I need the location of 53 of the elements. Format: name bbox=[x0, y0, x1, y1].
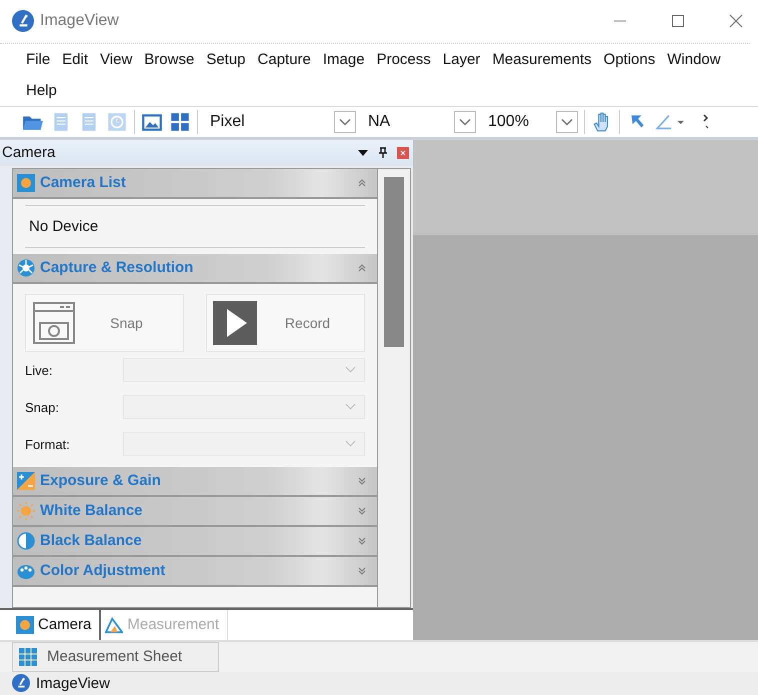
panel-title: Camera bbox=[2, 144, 56, 162]
device-item[interactable]: No Device bbox=[25, 204, 365, 248]
maximize-icon[interactable] bbox=[670, 13, 686, 30]
microscope-logo-icon bbox=[12, 674, 30, 692]
grid-icon[interactable] bbox=[169, 110, 191, 133]
play-icon bbox=[213, 300, 257, 345]
camera-icon bbox=[17, 174, 35, 192]
pin-icon[interactable] bbox=[377, 146, 389, 159]
menu-item[interactable]: File bbox=[20, 44, 56, 75]
tab-label: Measurement Sheet bbox=[47, 648, 182, 666]
combo-value[interactable]: NA bbox=[368, 112, 454, 131]
menu-item[interactable]: Measurements bbox=[486, 44, 598, 75]
close-icon[interactable] bbox=[728, 13, 744, 30]
table-icon bbox=[19, 648, 37, 666]
record-button[interactable]: Record bbox=[206, 294, 365, 352]
menu-item[interactable]: Help bbox=[20, 74, 63, 106]
collapse-icon[interactable] bbox=[357, 178, 367, 188]
menu-item[interactable]: Window bbox=[661, 44, 727, 75]
menu-item[interactable]: Process bbox=[370, 44, 437, 75]
aperture-icon bbox=[17, 258, 35, 277]
microscope-logo-icon bbox=[12, 10, 34, 32]
menu-item[interactable]: Setup bbox=[200, 44, 252, 75]
menu-item[interactable]: Options bbox=[598, 44, 662, 75]
field-label: Format: bbox=[25, 436, 71, 452]
menu-item[interactable]: Edit bbox=[56, 44, 94, 75]
collapse-icon[interactable] bbox=[357, 262, 367, 273]
expand-icon[interactable] bbox=[357, 506, 367, 516]
tab-label: Camera bbox=[38, 616, 92, 634]
sun-icon bbox=[17, 502, 35, 520]
expand-icon[interactable] bbox=[357, 566, 367, 576]
expand-icon[interactable] bbox=[357, 536, 367, 546]
menu-item[interactable]: Image bbox=[316, 44, 371, 75]
field-label: Live: bbox=[25, 362, 54, 378]
close-icon[interactable] bbox=[397, 146, 409, 159]
expand-icon[interactable] bbox=[357, 476, 367, 486]
half-circle-icon bbox=[17, 532, 35, 550]
menu-item[interactable]: View bbox=[94, 44, 138, 75]
combo-value[interactable]: 100% bbox=[488, 112, 556, 131]
menu-item[interactable]: Browse bbox=[138, 44, 200, 75]
exposure-icon bbox=[17, 472, 35, 490]
scrollbar[interactable] bbox=[378, 168, 410, 607]
field-label: Snap: bbox=[25, 400, 60, 415]
snap-button[interactable]: Snap bbox=[25, 294, 184, 352]
menu-item[interactable]: Layer bbox=[436, 44, 486, 75]
camera-icon bbox=[16, 616, 34, 634]
camera-icon bbox=[32, 300, 76, 345]
sheet-tab[interactable]: Measurement Sheet bbox=[12, 642, 219, 672]
menu-item[interactable]: Capture bbox=[252, 44, 317, 75]
tab-label: Measurement bbox=[127, 616, 220, 634]
combo-value[interactable]: Pixel bbox=[210, 112, 334, 131]
status-text: ImageView bbox=[36, 674, 110, 692]
triangle-ruler-icon bbox=[105, 616, 124, 634]
window-title: ImageView bbox=[40, 12, 119, 30]
